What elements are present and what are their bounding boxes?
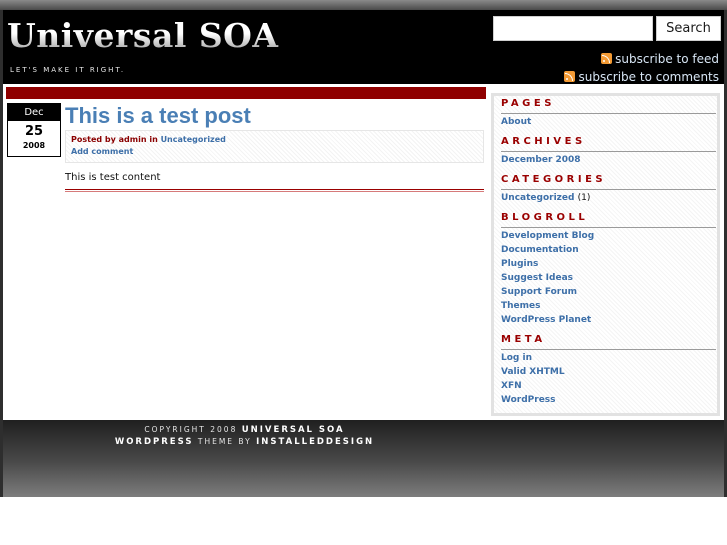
post-body: This is test content: [65, 172, 161, 183]
post-divider: [65, 189, 484, 192]
posted-by-label: Posted by: [71, 135, 116, 144]
footer-credits: WORDPRESS THEME BY INSTALLEDDESIGN: [3, 437, 486, 447]
site-header: Universal SOA LET'S MAKE IT RIGHT. Searc…: [3, 10, 724, 84]
sidebar-item-suggest-ideas[interactable]: Suggest Ideas: [501, 273, 573, 283]
sidebar-item-development-blog[interactable]: Development Blog: [501, 231, 594, 241]
subscribe-feed-link[interactable]: subscribe to feed: [601, 52, 719, 66]
post-category-link[interactable]: Uncategorized: [161, 135, 226, 144]
post-date-box: Dec 25 2008: [7, 103, 61, 157]
sidebar: PAGES About ARCHIVES December 2008 CATEG…: [491, 93, 720, 416]
sidebar-item-december-2008[interactable]: December 2008: [501, 155, 581, 165]
copyright-prefix: COPYRIGHT 2008: [144, 425, 238, 434]
sidebar-divider: [501, 113, 716, 114]
add-comment-link[interactable]: Add comment: [71, 147, 133, 156]
designer-link[interactable]: INSTALLEDDESIGN: [256, 437, 374, 447]
category-label: Uncategorized: [501, 193, 575, 203]
sidebar-heading-blogroll: BLOGROLL: [501, 212, 589, 223]
sidebar-divider: [501, 227, 716, 228]
sidebar-item-support-forum[interactable]: Support Forum: [501, 287, 577, 297]
top-strip: [0, 0, 727, 10]
post-meta: Posted by admin in Uncategorized Add com…: [65, 130, 484, 163]
subscribe-comments-label: subscribe to comments: [578, 70, 719, 84]
subscribe-feed-label: subscribe to feed: [615, 52, 719, 66]
sidebar-item-wordpress-planet[interactable]: WordPress Planet: [501, 315, 591, 325]
site-footer: COPYRIGHT 2008 UNIVERSAL SOA WORDPRESS T…: [3, 420, 724, 497]
search-input[interactable]: [493, 16, 653, 41]
sidebar-heading-categories: CATEGORIES: [501, 174, 607, 185]
page-frame: Universal SOA LET'S MAKE IT RIGHT. Searc…: [0, 0, 727, 497]
sidebar-heading-archives: ARCHIVES: [501, 136, 586, 147]
sidebar-item-documentation[interactable]: Documentation: [501, 245, 579, 255]
wordpress-link[interactable]: WORDPRESS: [115, 437, 194, 447]
site-title[interactable]: Universal SOA: [7, 16, 279, 55]
sidebar-item-xfn[interactable]: XFN: [501, 381, 522, 391]
content-area: Dec 25 2008 This is a test post Posted b…: [3, 84, 724, 420]
post-date-day: 25: [24, 124, 44, 139]
theme-by-label: THEME BY: [197, 437, 252, 446]
sidebar-item-plugins[interactable]: Plugins: [501, 259, 538, 269]
post-author: admin: [118, 135, 147, 144]
site-tagline: LET'S MAKE IT RIGHT.: [10, 66, 126, 74]
rss-icon: [564, 71, 576, 82]
sidebar-item-wordpress[interactable]: WordPress: [501, 395, 556, 405]
sidebar-divider: [501, 151, 716, 152]
post-date-month: Dec: [8, 104, 60, 121]
rss-icon: [601, 53, 613, 64]
footer-copyright: COPYRIGHT 2008 UNIVERSAL SOA: [3, 425, 486, 435]
sidebar-heading-meta: META: [501, 334, 546, 345]
post-in-label: in: [149, 135, 158, 144]
sidebar-divider: [501, 189, 716, 190]
category-count: (1): [577, 193, 591, 203]
post-title[interactable]: This is a test post: [65, 103, 251, 129]
sidebar-item-log-in[interactable]: Log in: [501, 353, 532, 363]
search-button[interactable]: Search: [656, 16, 721, 41]
sidebar-item-uncategorized[interactable]: Uncategorized (1): [501, 193, 590, 203]
copyright-site-link[interactable]: UNIVERSAL SOA: [242, 425, 345, 435]
sidebar-heading-pages: PAGES: [501, 98, 555, 109]
content-top-bar: [6, 87, 486, 99]
subscribe-comments-link[interactable]: subscribe to comments: [564, 70, 719, 84]
sidebar-item-about[interactable]: About: [501, 117, 531, 127]
sidebar-item-valid-xhtml[interactable]: Valid XHTML: [501, 367, 565, 377]
sidebar-item-themes[interactable]: Themes: [501, 301, 541, 311]
post-meta-line: Posted by admin in Uncategorized: [71, 135, 226, 144]
sidebar-divider: [501, 349, 716, 350]
post-date-year: 2008: [22, 141, 46, 150]
